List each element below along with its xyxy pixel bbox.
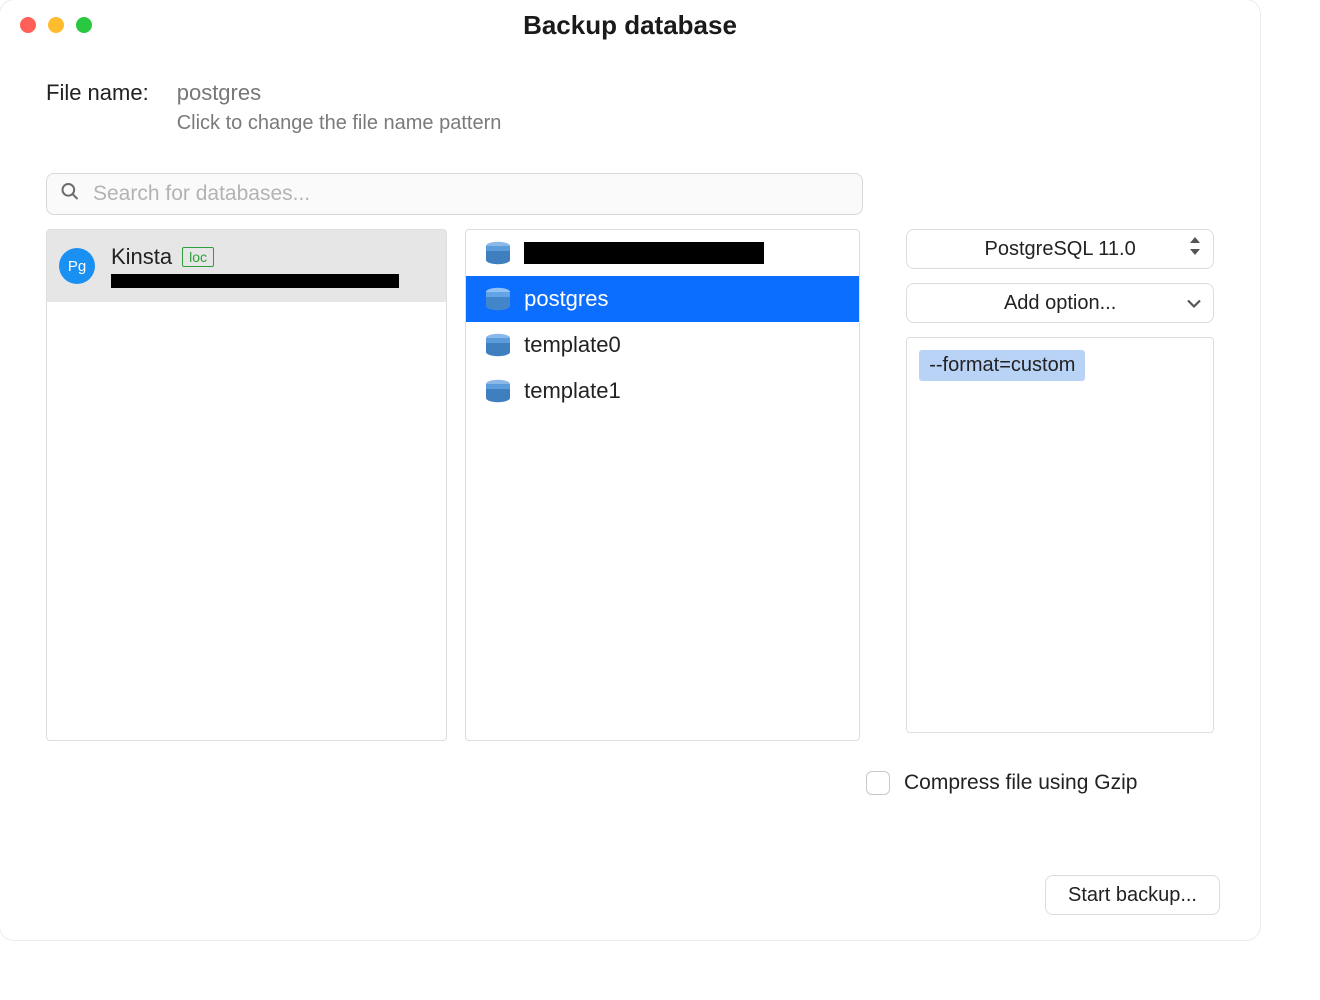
close-window-button[interactable] (20, 17, 36, 33)
database-icon (484, 379, 512, 403)
filename-label: File name: (46, 80, 149, 106)
database-name: template0 (524, 332, 621, 358)
maximize-window-button[interactable] (76, 17, 92, 33)
database-item-redacted[interactable] (466, 230, 859, 276)
server-name: Kinsta (111, 244, 172, 270)
compress-checkbox[interactable] (866, 771, 890, 795)
database-name: template1 (524, 378, 621, 404)
window-title: Backup database (0, 10, 1260, 41)
server-loc-badge: loc (182, 247, 214, 267)
option-chip-format-custom[interactable]: --format=custom (919, 350, 1085, 381)
database-icon (484, 333, 512, 357)
database-item-postgres[interactable]: postgres (466, 276, 859, 322)
titlebar: Backup database (0, 0, 1260, 50)
search-wrapper (46, 173, 863, 215)
options-list[interactable]: --format=custom (906, 337, 1214, 733)
pg-version-label: PostgreSQL 11.0 (985, 238, 1136, 261)
traffic-lights (20, 17, 92, 33)
filename-value[interactable]: postgres (177, 80, 502, 106)
database-item-template1[interactable]: template1 (466, 368, 859, 414)
database-name-redacted (524, 242, 764, 264)
database-name: postgres (524, 286, 608, 312)
filename-hint: Click to change the file name pattern (177, 112, 502, 135)
add-option-label: Add option... (1004, 292, 1116, 315)
database-icon (484, 241, 512, 265)
server-avatar: Pg (59, 248, 95, 284)
compress-row: Compress file using Gzip (866, 771, 1260, 795)
pg-version-select[interactable]: PostgreSQL 11.0 (906, 229, 1214, 269)
servers-list[interactable]: Pg Kinsta loc (46, 229, 447, 741)
server-item-kinsta[interactable]: Pg Kinsta loc (47, 230, 446, 302)
filename-row: File name: postgres Click to change the … (46, 80, 1214, 135)
minimize-window-button[interactable] (48, 17, 64, 33)
database-item-template0[interactable]: template0 (466, 322, 859, 368)
chevron-down-icon (1187, 292, 1201, 315)
search-icon (60, 182, 80, 207)
start-backup-label: Start backup... (1068, 884, 1197, 907)
add-option-select[interactable]: Add option... (906, 283, 1214, 323)
databases-list[interactable]: postgres template0 (465, 229, 860, 741)
search-input[interactable] (46, 173, 863, 215)
database-icon (484, 287, 512, 311)
compress-label: Compress file using Gzip (904, 771, 1137, 795)
server-subtitle-redacted (111, 274, 399, 288)
start-backup-button[interactable]: Start backup... (1045, 875, 1220, 915)
updown-caret-icon (1189, 237, 1201, 261)
